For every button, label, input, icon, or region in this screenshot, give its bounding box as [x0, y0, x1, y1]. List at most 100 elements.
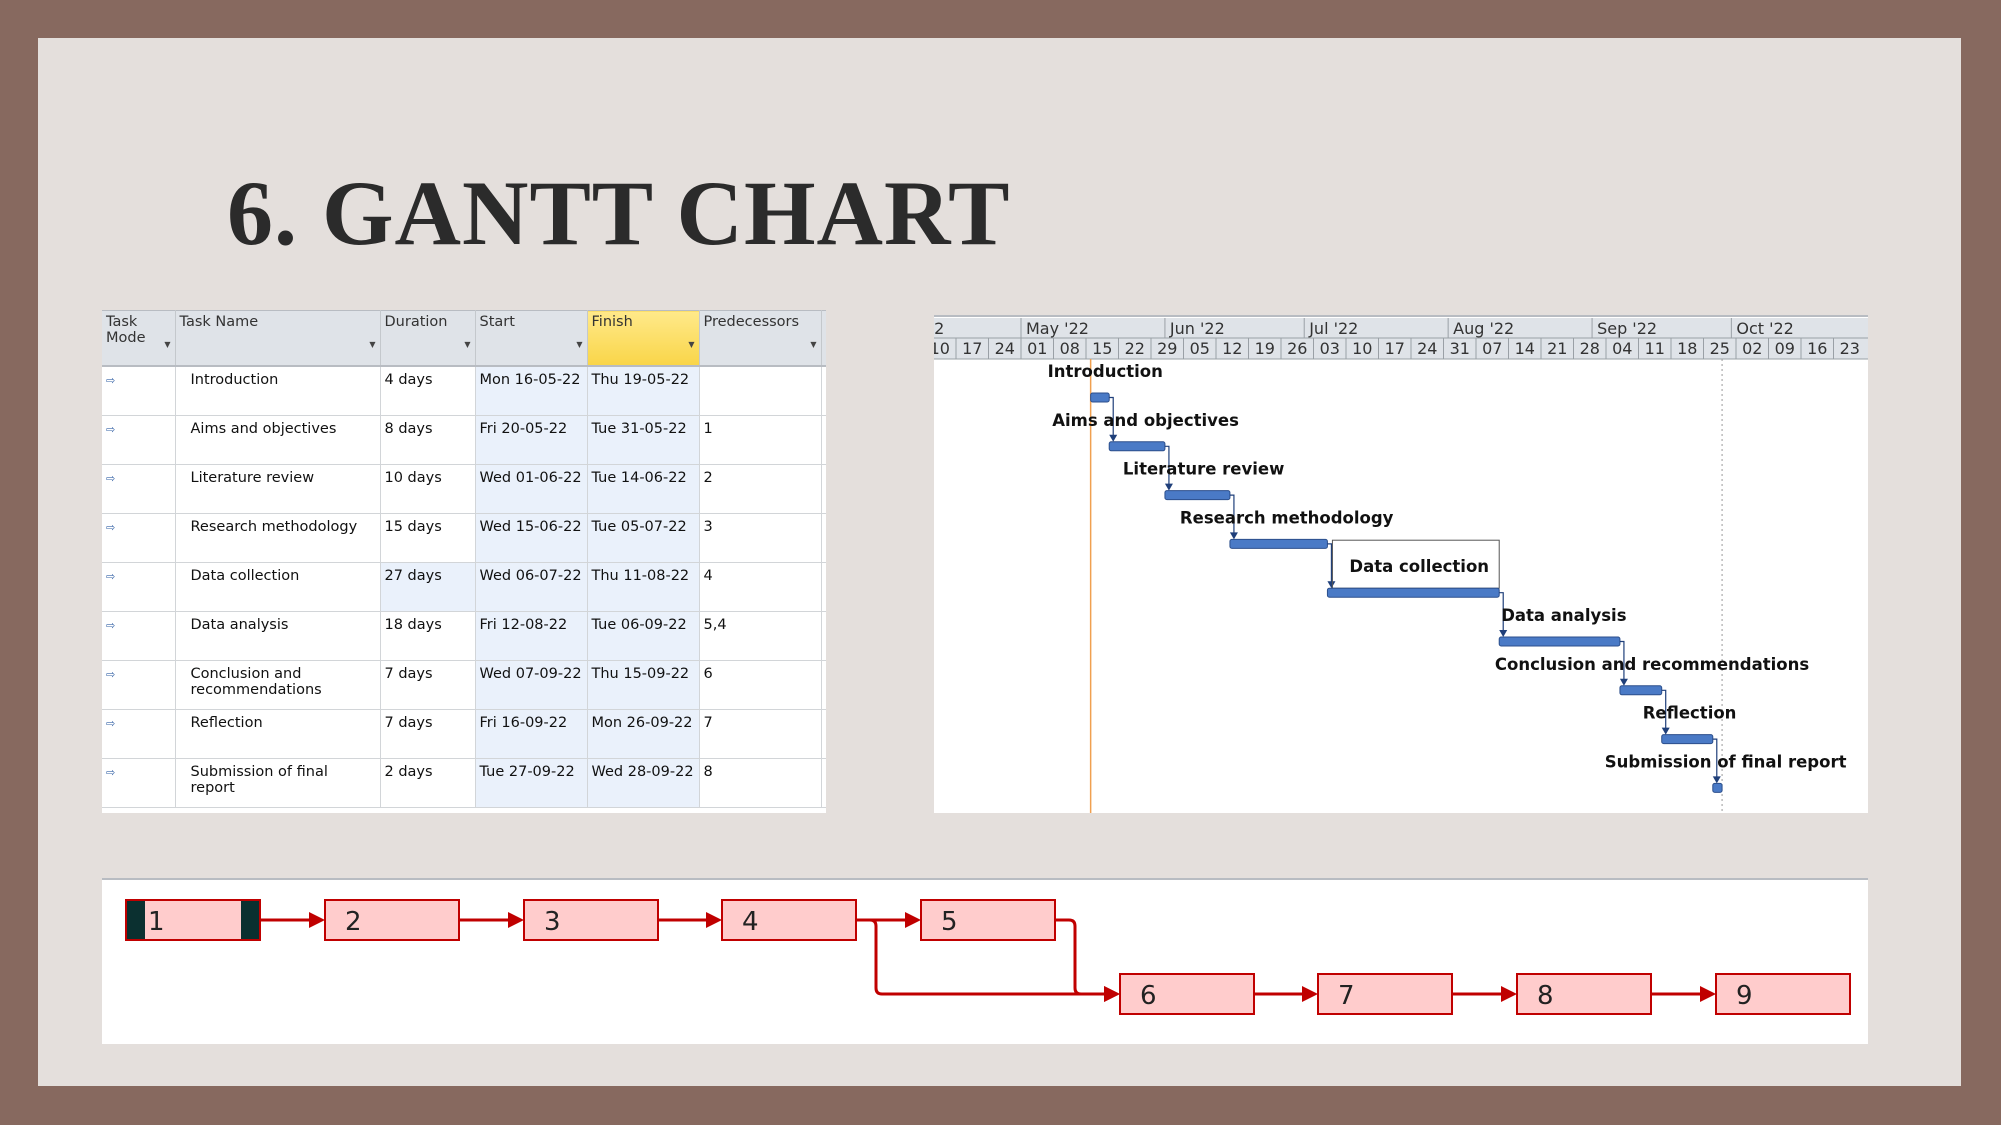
table-row[interactable]: ⇨ Research methodology 15 days Wed 15-06-22… [102, 513, 826, 563]
duration-cell[interactable]: 7 days [380, 709, 476, 759]
week-label: 15 [1092, 339, 1112, 358]
finish-cell[interactable]: Tue 05-07-22 [587, 513, 700, 563]
predecessors-cell[interactable]: 4 [699, 562, 822, 612]
dropdown-arrow-icon[interactable]: ▼ [369, 340, 375, 349]
start-cell[interactable]: Wed 01-06-22 [475, 464, 588, 514]
table-row[interactable]: ⇨ Data collection 27 days Wed 06-07-22 Thu 1… [102, 562, 826, 612]
task-bar [1712, 782, 1723, 793]
task-mode-cell[interactable]: ⇨ [102, 562, 176, 612]
auto-scheduled-task-icon: ⇨ [106, 374, 116, 387]
task-mode-cell[interactable]: ⇨ [102, 709, 176, 759]
task-name-cell[interactable]: Submission of final report [175, 758, 381, 808]
node-label: 6 [1140, 981, 1157, 1011]
dropdown-arrow-icon[interactable]: ▼ [810, 340, 816, 349]
header-duration[interactable]: Duration ▼ [380, 310, 476, 367]
header-finish[interactable]: Finish ▼ [587, 310, 700, 367]
network-node-1[interactable]: 1 [125, 899, 261, 941]
month-label: May '22 [1026, 319, 1089, 338]
finish-cell[interactable]: Mon 26-09-22 [587, 709, 700, 759]
header-task-name[interactable]: Task Name ▼ [175, 310, 381, 367]
predecessors-cell[interactable]: 5,4 [699, 611, 822, 661]
table-row[interactable]: ⇨ Data analysis 18 days Fri 12-08-22 Tue 06-… [102, 611, 826, 661]
task-mode-cell[interactable]: ⇨ [102, 415, 176, 465]
dropdown-arrow-icon[interactable]: ▼ [576, 340, 582, 349]
start-cell[interactable]: Mon 16-05-22 [475, 366, 588, 416]
network-node-5[interactable]: 5 [920, 899, 1056, 941]
task-mode-cell[interactable]: ⇨ [102, 464, 176, 514]
task-name-cell[interactable]: Data collection [175, 562, 381, 612]
predecessors-cell[interactable]: 8 [699, 758, 822, 808]
finish-cell[interactable]: Tue 06-09-22 [587, 611, 700, 661]
dropdown-arrow-icon[interactable]: ▼ [164, 340, 170, 349]
task-mode-cell[interactable]: ⇨ [102, 758, 176, 808]
auto-scheduled-task-icon: ⇨ [106, 766, 116, 779]
start-cell[interactable]: Wed 06-07-22 [475, 562, 588, 612]
header-start[interactable]: Start ▼ [475, 310, 588, 367]
duration-cell[interactable]: 15 days [380, 513, 476, 563]
start-cell[interactable]: Fri 16-09-22 [475, 709, 588, 759]
arrow-head-icon [905, 912, 921, 928]
finish-cell[interactable]: Thu 11-08-22 [587, 562, 700, 612]
header-task-mode[interactable]: Task Mode ▼ [102, 310, 176, 367]
node-label: 9 [1736, 981, 1753, 1011]
start-cell[interactable]: Wed 07-09-22 [475, 660, 588, 710]
duration-cell[interactable]: 18 days [380, 611, 476, 661]
task-name-cell[interactable]: Reflection [175, 709, 381, 759]
task-name-cell[interactable]: Conclusion and recommendations [175, 660, 381, 710]
duration-cell[interactable]: 7 days [380, 660, 476, 710]
arrow-head-icon [508, 912, 524, 928]
task-mode-cell[interactable]: ⇨ [102, 660, 176, 710]
network-node-6[interactable]: 6 [1119, 973, 1255, 1015]
task-mode-cell[interactable]: ⇨ [102, 611, 176, 661]
task-name-cell[interactable]: Research methodology [175, 513, 381, 563]
task-name-cell[interactable]: Aims and objectives [175, 415, 381, 465]
start-cell[interactable]: Wed 15-06-22 [475, 513, 588, 563]
table-row[interactable]: ⇨ Reflection 7 days Fri 16-09-22 Mon 26-09-2… [102, 709, 826, 759]
network-node-7[interactable]: 7 [1317, 973, 1453, 1015]
duration-cell[interactable]: 10 days [380, 464, 476, 514]
dropdown-arrow-icon[interactable]: ▼ [688, 340, 694, 349]
finish-cell[interactable]: Tue 31-05-22 [587, 415, 700, 465]
finish-cell[interactable]: Thu 15-09-22 [587, 660, 700, 710]
extra-cell [821, 415, 826, 465]
dropdown-arrow-icon[interactable]: ▼ [464, 340, 470, 349]
duration-cell[interactable]: 27 days [380, 562, 476, 612]
predecessors-cell[interactable]: 1 [699, 415, 822, 465]
finish-cell[interactable]: Thu 19-05-22 [587, 366, 700, 416]
week-label: 24 [1417, 339, 1437, 358]
duration-cell[interactable]: 2 days [380, 758, 476, 808]
table-row[interactable]: ⇨ Submission of final report 2 days Tue 27-… [102, 758, 826, 808]
table-row[interactable]: ⇨ Literature review 10 days Wed 01-06-22 Tue… [102, 464, 826, 514]
start-cell[interactable]: Tue 27-09-22 [475, 758, 588, 808]
predecessors-cell[interactable] [699, 366, 822, 416]
auto-scheduled-task-icon: ⇨ [106, 423, 116, 436]
month-label: Oct '22 [1736, 319, 1794, 338]
start-cell[interactable]: Fri 12-08-22 [475, 611, 588, 661]
duration-cell[interactable]: 8 days [380, 415, 476, 465]
week-label: 12 [1222, 339, 1242, 358]
network-node-3[interactable]: 3 [523, 899, 659, 941]
arrow-head-icon [1501, 986, 1517, 1002]
predecessors-cell[interactable]: 6 [699, 660, 822, 710]
week-label: 25 [1710, 339, 1730, 358]
finish-cell[interactable]: Wed 28-09-22 [587, 758, 700, 808]
header-predecessors[interactable]: Predecessors ▼ [699, 310, 822, 367]
network-node-2[interactable]: 2 [324, 899, 460, 941]
table-row[interactable]: ⇨ Aims and objectives 8 days Fri 20-05-22 Tu… [102, 415, 826, 465]
predecessors-cell[interactable]: 3 [699, 513, 822, 563]
task-name-cell[interactable]: Introduction [175, 366, 381, 416]
task-mode-cell[interactable]: ⇨ [102, 513, 176, 563]
table-row[interactable]: ⇨ Introduction 4 days Mon 16-05-22 Thu 19-05… [102, 366, 826, 416]
network-node-4[interactable]: 4 [721, 899, 857, 941]
predecessors-cell[interactable]: 7 [699, 709, 822, 759]
start-cell[interactable]: Fri 20-05-22 [475, 415, 588, 465]
network-node-9[interactable]: 9 [1715, 973, 1851, 1015]
finish-cell[interactable]: Tue 14-06-22 [587, 464, 700, 514]
table-row[interactable]: ⇨ Conclusion and recommendations 7 days Wed… [102, 660, 826, 710]
task-mode-cell[interactable]: ⇨ [102, 366, 176, 416]
task-name-cell[interactable]: Literature review [175, 464, 381, 514]
task-name-cell[interactable]: Data analysis [175, 611, 381, 661]
network-node-8[interactable]: 8 [1516, 973, 1652, 1015]
predecessors-cell[interactable]: 2 [699, 464, 822, 514]
duration-cell[interactable]: 4 days [380, 366, 476, 416]
